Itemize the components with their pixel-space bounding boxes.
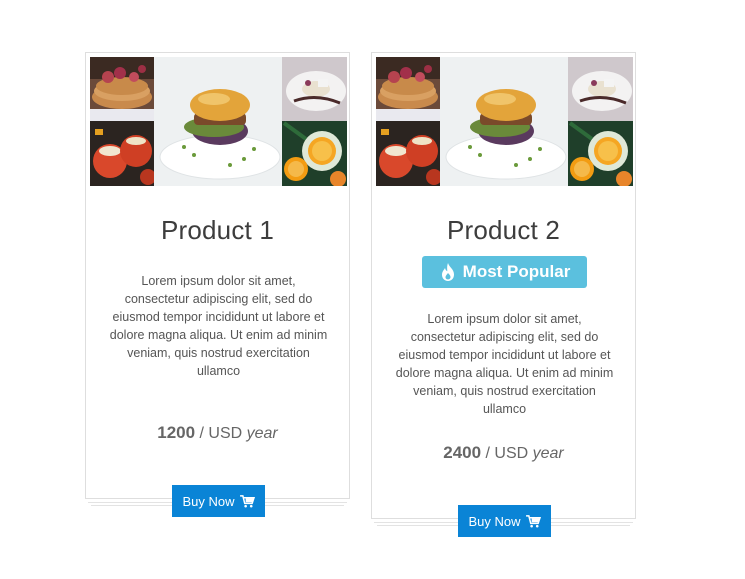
most-popular-badge: Most Popular [422, 256, 587, 288]
product-description: Lorem ipsum dolor sit amet, consectetur … [395, 312, 614, 416]
dessert-image [568, 57, 633, 121]
price-currency: / USD [195, 425, 247, 442]
flame-icon [441, 263, 454, 281]
price-period: year [532, 445, 564, 462]
buy-now-label: Buy Now [182, 493, 235, 509]
product-title: Product 1 [160, 215, 275, 245]
dessert-image [282, 57, 347, 121]
product-card-2: Product 2 Most Popular Lorem ipsum dolor… [371, 52, 636, 537]
tomatoes-image [90, 121, 154, 186]
product-card-body: Product 1 Lorem ipsum dolor sit amet, co… [85, 52, 350, 517]
pancakes-image [376, 57, 440, 121]
product-description: Lorem ipsum dolor sit amet, consectetur … [109, 274, 328, 378]
pancakes-image [90, 57, 154, 121]
shopping-cart-icon [525, 514, 541, 527]
price-currency: / USD [481, 445, 533, 462]
orange-drinks-image [282, 121, 347, 186]
price-period: year [246, 425, 278, 442]
product-card-body: Product 2 Most Popular Lorem ipsum dolor… [371, 52, 636, 537]
pricing-section: Product 1 Lorem ipsum dolor sit amet, co… [0, 0, 745, 579]
buy-now-button[interactable]: Buy Now [172, 485, 265, 517]
burger-image [440, 57, 568, 186]
shopping-cart-icon [239, 494, 255, 507]
tomatoes-image [376, 121, 440, 186]
product-image-mosaic [376, 57, 633, 186]
product-image-mosaic [90, 57, 347, 186]
product-title: Product 2 [446, 215, 561, 245]
buy-now-label: Buy Now [468, 513, 521, 529]
price-amount: 1200 [157, 423, 196, 442]
orange-drinks-image [568, 121, 633, 186]
product-price: 1200 / USD year [86, 423, 349, 443]
product-card-1: Product 1 Lorem ipsum dolor sit amet, co… [85, 52, 350, 517]
badge-label: Most Popular [462, 262, 571, 281]
burger-image [154, 57, 282, 186]
price-amount: 2400 [443, 443, 482, 462]
buy-now-button[interactable]: Buy Now [458, 505, 551, 537]
product-price: 2400 / USD year [372, 443, 635, 463]
